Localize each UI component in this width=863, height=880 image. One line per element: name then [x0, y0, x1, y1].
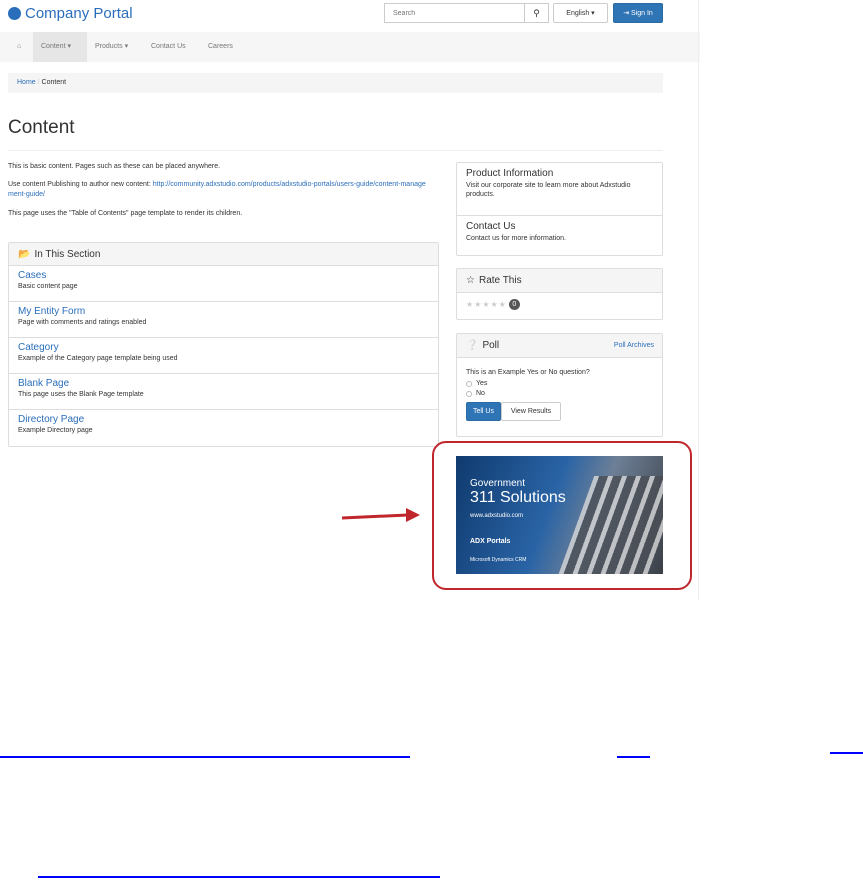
building-image	[557, 476, 663, 574]
publishing-prefix: Use content Publishing to author new con…	[8, 181, 153, 188]
view-results-button[interactable]: View Results	[501, 402, 561, 421]
list-item[interactable]: Cases Basic content page	[9, 266, 438, 302]
item-title[interactable]: Cases	[18, 270, 429, 281]
logo[interactable]: Company Portal	[8, 5, 133, 22]
in-this-section-panel: 📂 In This Section Cases Basic content page…	[8, 242, 439, 447]
question-circle-icon: ❔	[466, 340, 479, 351]
item-desc: Example of the Category page template be…	[18, 355, 178, 362]
panel-title: Poll	[482, 340, 500, 351]
rating-stars[interactable]: ★★★★★	[466, 300, 507, 309]
breadcrumb-sep: /	[37, 79, 40, 86]
nav-products[interactable]: Products ▾	[95, 32, 128, 62]
hyperlink-underline[interactable]	[617, 756, 650, 758]
nav-careers[interactable]: Careers	[208, 32, 233, 62]
item-title[interactable]: My Entity Form	[18, 306, 429, 317]
banner-line2: 311 Solutions	[470, 489, 566, 506]
rating-count-badge: 0	[508, 299, 520, 310]
product-information-link[interactable]: Product Information Visit our corporate s…	[457, 163, 662, 216]
page-title: Content	[8, 117, 75, 138]
banner-url: www.adxstudio.com	[470, 513, 524, 519]
poll-panel: ❔ Poll Poll Archives This is an Example Ye…	[456, 333, 663, 437]
hyperlink-underline[interactable]	[0, 756, 410, 758]
nav-content[interactable]: Content ▾	[33, 32, 87, 62]
option-label: Yes	[476, 380, 488, 387]
rate-this-panel: ☆ Rate This ★★★★★ 0	[456, 268, 663, 320]
globe-icon	[8, 7, 21, 20]
banner-crm: Microsoft Dynamics CRM	[470, 557, 527, 563]
navbar: ⌂ Content ▾ Products ▾ Contact Us Career…	[0, 32, 700, 62]
breadcrumb-current: Content	[41, 79, 67, 86]
nav-contact-us[interactable]: Contact Us	[151, 32, 186, 62]
home-icon[interactable]: ⌂	[17, 32, 21, 62]
radio[interactable]	[466, 380, 472, 387]
list-item[interactable]: Category Example of the Category page tem…	[9, 338, 438, 374]
star-outline-icon: ☆	[466, 275, 475, 286]
item-title[interactable]: Blank Page	[18, 378, 429, 389]
search-input[interactable]	[385, 4, 524, 22]
search-box: ⚲	[384, 3, 549, 23]
government-311-banner[interactable]: Government 311 Solutions www.adxstudio.c…	[456, 456, 663, 574]
poll-question: This is an Example Yes or No question?	[466, 369, 590, 376]
banner-line1: Government	[470, 478, 526, 489]
breadcrumb-home[interactable]: Home	[17, 79, 36, 86]
item-desc: Page with comments and ratings enabled	[18, 319, 147, 326]
search-button[interactable]: ⚲	[524, 4, 548, 22]
poll-archives-link[interactable]: Poll Archives	[614, 342, 654, 349]
item-title[interactable]: Category	[18, 342, 429, 353]
links-panel: Product Information Visit our corporate s…	[456, 162, 663, 256]
list-item[interactable]: My Entity Form Page with comments and rat…	[9, 302, 438, 338]
hyperlink-underline[interactable]	[38, 876, 440, 878]
sign-in-button[interactable]: ⇥ Sign In	[613, 3, 663, 23]
intro-text: This is basic content. Pages such as the…	[8, 163, 221, 170]
screenshot-edge	[698, 0, 699, 600]
radio[interactable]	[466, 390, 472, 397]
panel-heading: ❔ Poll Poll Archives	[457, 334, 662, 358]
breadcrumb: Home / Content	[8, 73, 663, 93]
template-text: This page uses the "Table of Contents" p…	[8, 210, 243, 217]
hyperlink-underline[interactable]	[830, 752, 863, 754]
folder-open-icon: 📂	[18, 248, 31, 260]
panel-heading: ☆ Rate This	[457, 269, 662, 293]
language-dropdown[interactable]: English ▾	[553, 3, 608, 23]
item-title[interactable]: Directory Page	[18, 414, 429, 425]
item-desc: This page uses the Blank Page template	[18, 391, 144, 398]
list-item[interactable]: Directory Page Example Directory page	[9, 410, 438, 446]
panel-title: In This Section	[34, 248, 101, 260]
publishing-text: Use content Publishing to author new con…	[8, 180, 428, 200]
search-icon: ⚲	[533, 7, 540, 18]
tell-us-button[interactable]: Tell Us	[466, 402, 501, 421]
poll-option-no[interactable]: No	[466, 390, 653, 397]
item-desc: Basic content page	[18, 283, 78, 290]
link-desc: Visit our corporate site to learn more a…	[466, 182, 631, 198]
panel-title: Rate This	[478, 275, 522, 286]
divider	[8, 150, 663, 151]
contact-us-link[interactable]: Contact Us Contact us for more informatio…	[457, 216, 662, 248]
list-item[interactable]: Blank Page This page uses the Blank Page …	[9, 374, 438, 410]
red-arrow-icon	[341, 508, 420, 522]
item-desc: Example Directory page	[18, 427, 93, 434]
poll-option-yes[interactable]: Yes	[466, 380, 653, 387]
link-title: Product Information	[466, 168, 554, 179]
banner-brand: ADX Portals	[470, 538, 511, 545]
link-desc: Contact us for more information.	[466, 235, 566, 242]
link-title: Contact Us	[466, 221, 516, 232]
panel-heading: 📂 In This Section	[9, 243, 438, 266]
option-label: No	[476, 390, 485, 397]
